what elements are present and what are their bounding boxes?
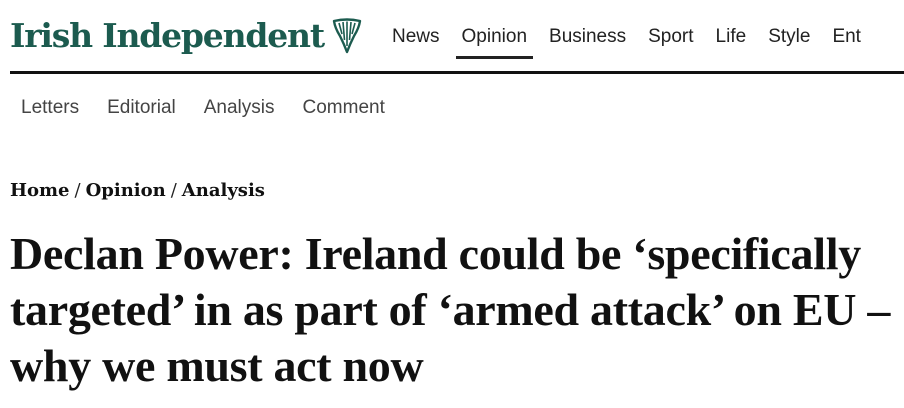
nav-item-entertainment[interactable]: Ent	[826, 20, 867, 59]
sub-nav-editorial[interactable]: Editorial	[100, 92, 183, 124]
sub-nav-analysis[interactable]: Analysis	[197, 92, 282, 124]
nav-item-style[interactable]: Style	[762, 20, 816, 59]
breadcrumb-opinion[interactable]: Opinion	[86, 180, 166, 201]
sub-nav-letters[interactable]: Letters	[14, 92, 86, 124]
breadcrumb-analysis[interactable]: Analysis	[182, 180, 265, 201]
nav-item-news[interactable]: News	[386, 20, 446, 59]
breadcrumb: Home / Opinion / Analysis	[10, 180, 265, 201]
logo-text: Irish Independent	[10, 16, 325, 55]
site-header: Irish Independent News Opinion Business …	[0, 0, 904, 75]
header-divider	[10, 71, 904, 74]
harp-icon	[332, 18, 362, 54]
breadcrumb-home[interactable]: Home	[10, 180, 70, 201]
site-logo[interactable]: Irish Independent	[10, 14, 362, 58]
nav-item-sport[interactable]: Sport	[642, 20, 699, 59]
nav-item-business[interactable]: Business	[543, 20, 632, 59]
section-sub-nav: Letters Editorial Analysis Comment	[14, 92, 406, 124]
sub-nav-comment[interactable]: Comment	[296, 92, 392, 124]
breadcrumb-separator: /	[74, 180, 81, 201]
nav-item-opinion[interactable]: Opinion	[455, 20, 534, 59]
nav-item-life[interactable]: Life	[710, 20, 753, 59]
main-nav: News Opinion Business Sport Life Style E…	[386, 20, 877, 59]
article-headline: Declan Power: Ireland could be ‘specific…	[10, 228, 891, 391]
breadcrumb-separator: /	[170, 180, 177, 201]
